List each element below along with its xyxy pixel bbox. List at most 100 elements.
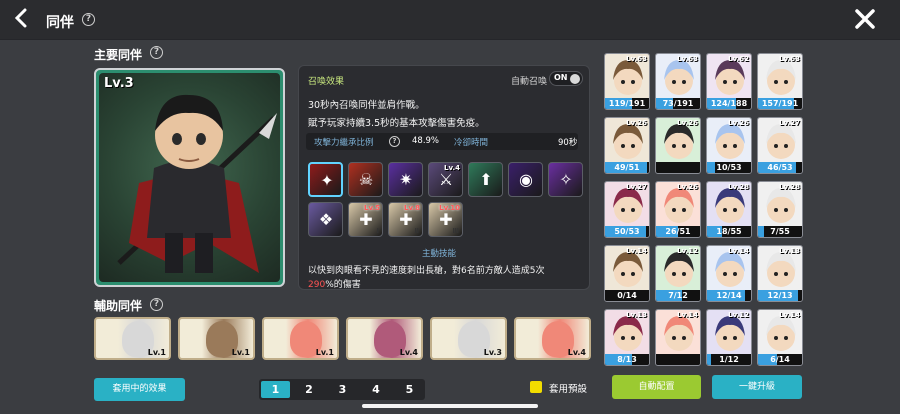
shard-progress-bar: 26/51 (656, 226, 700, 237)
sub-companion-level: Lv.1 (315, 348, 334, 357)
shard-progress-bar: 7/55 (758, 226, 802, 237)
cooldown-label: 冷卻時間 (454, 138, 489, 148)
page-tab-2[interactable]: 2 (295, 381, 324, 398)
portrait-art: Lv.3 (99, 73, 280, 282)
shard-count: 46/53 (767, 163, 793, 172)
shard-count: 8/13 (617, 355, 637, 364)
sub-companion-card[interactable]: Lv.1 (262, 317, 339, 360)
close-icon (855, 9, 875, 29)
page-tab-1[interactable]: 1 (261, 381, 290, 398)
shard-progress-bar: 50/53 (605, 226, 649, 237)
collection-companion-card[interactable]: Lv.28 7/55 (757, 181, 803, 238)
skill-9[interactable]: ✚ Lv.5 Ⅰ (348, 202, 383, 237)
question-icon[interactable]: ? (82, 13, 95, 26)
chevron-left-icon (14, 8, 27, 28)
sub-companion-level: Lv.4 (567, 348, 586, 357)
collection-companion-card[interactable]: Lv.14 6/14 (757, 309, 803, 366)
page-tab-5[interactable]: 5 (395, 381, 424, 398)
skill-glyph-icon: ✷ (399, 170, 413, 189)
collection-companion-card[interactable]: Lv.63 73/191 (655, 53, 701, 110)
sub-companion-card[interactable]: Lv.1 (178, 317, 255, 360)
auto-summon-toggle[interactable]: ON (549, 71, 583, 86)
companion-level: Lv.14 (728, 247, 749, 255)
active-desc-tail: %的傷害 (325, 280, 361, 290)
question-icon[interactable]: ? (150, 298, 163, 311)
collection-companion-card[interactable]: Lv.26 49/51 (604, 117, 650, 174)
skill-1[interactable]: ✦ (308, 162, 343, 197)
shard-count: 157/191 (761, 99, 799, 108)
shard-count: 119/191 (608, 99, 646, 108)
summon-desc-line1: 30秒內召喚同伴並肩作戰。 (308, 100, 425, 111)
shard-progress-bar: 1/12 (707, 354, 751, 365)
shard-progress-bar: 6/14 (758, 354, 802, 365)
skill-glyph-icon: ❖ (318, 210, 334, 229)
collection-companion-card[interactable]: Lv.28 18/55 (706, 181, 752, 238)
close-button[interactable] (854, 8, 878, 32)
applied-effect-button[interactable]: 套用中的效果 (94, 378, 185, 401)
companion-level: Lv.26 (677, 119, 698, 127)
apply-preset-checkbox[interactable] (530, 381, 542, 393)
question-icon[interactable]: ? (389, 136, 400, 147)
sub-companion-card[interactable]: Lv.4 (514, 317, 591, 360)
sub-companion-card[interactable]: Lv.4 (346, 317, 423, 360)
main-companion-portrait[interactable]: Lv.3 (94, 68, 285, 287)
collection-companion-card[interactable]: Lv.14 0/14 (604, 245, 650, 302)
sub-companion-card[interactable]: Lv.1 (94, 317, 171, 360)
lancer-character-art (117, 94, 277, 273)
stat-row: 攻擊力繼承比例 ? 48.9% 冷卻時間 90秒 (306, 133, 578, 150)
cooldown-value: 90秒 (558, 138, 578, 148)
shard-progress-bar: 12/14 (707, 290, 751, 301)
skill-8[interactable]: ❖ (308, 202, 343, 237)
shard-progress-bar: 49/51 (605, 162, 649, 173)
shard-count: 7/55 (770, 227, 790, 236)
skill-4[interactable]: ⚔ Lv.4 (428, 162, 463, 197)
one-click-upgrade-button[interactable]: 一鍵升級 (712, 375, 802, 399)
collection-companion-card[interactable]: Lv.14 (655, 309, 701, 366)
collection-companion-card[interactable]: Lv.13 8/13 (604, 309, 650, 366)
collection-companion-card[interactable]: Lv.62 124/188 (706, 53, 752, 110)
page-tab-4[interactable]: 4 (362, 381, 391, 398)
collection-companion-card[interactable]: Lv.27 46/53 (757, 117, 803, 174)
collection-companion-card[interactable]: Lv.63 119/191 (604, 53, 650, 110)
collection-companion-card[interactable]: Lv.14 12/14 (706, 245, 752, 302)
skill-tier: Ⅱ (414, 227, 419, 235)
collection-companion-card[interactable]: Lv.12 7/12 (655, 245, 701, 302)
skill-2[interactable]: ☠ (348, 162, 383, 197)
shard-progress-bar: 0/14 (605, 290, 649, 301)
collection-companion-card[interactable]: Lv.26 26/51 (655, 181, 701, 238)
page-tab-3[interactable]: 3 (328, 381, 357, 398)
collection-companion-card[interactable]: Lv.13 12/13 (757, 245, 803, 302)
companion-level: Lv.28 (779, 183, 800, 191)
collection-companion-card[interactable]: Lv.27 50/53 (604, 181, 650, 238)
auto-config-button[interactable]: 自動配置 (612, 375, 701, 399)
shard-count: 1/12 (719, 355, 739, 364)
companion-level: Lv.13 (779, 247, 800, 255)
sub-companion-card[interactable]: Lv.3 (430, 317, 507, 360)
collection-companion-card[interactable]: Lv.63 157/191 (757, 53, 803, 110)
back-button[interactable] (14, 8, 34, 32)
companion-level: Lv.26 (728, 119, 749, 127)
skill-5[interactable]: ⬆ (468, 162, 503, 197)
page-title: 同伴 (46, 15, 74, 31)
question-icon[interactable]: ? (150, 46, 163, 59)
shard-progress-bar: 157/191 (758, 98, 802, 109)
toggle-knob (570, 74, 580, 84)
collection-companion-card[interactable]: Lv.12 1/12 (706, 309, 752, 366)
companion-collection-grid: Lv.63 119/191 Lv.63 73/191 Lv.62 124/188 Lv.63… (604, 50, 810, 375)
skill-11[interactable]: ✚ Lv.10 Ⅲ (428, 202, 463, 237)
skill-6[interactable]: ◉ (508, 162, 543, 197)
shard-count: 49/51 (614, 163, 640, 172)
shard-progress-bar: 46/53 (758, 162, 802, 173)
shard-progress-bar (656, 354, 700, 365)
shard-progress-bar (656, 162, 700, 173)
summon-desc-line2: 賦予玩家持續3.5秒的基本攻擊傷害免疫。 (308, 118, 485, 129)
sub-companion-level: Lv.3 (483, 348, 502, 357)
shard-progress-bar: 73/191 (656, 98, 700, 109)
collection-companion-card[interactable]: Lv.26 (655, 117, 701, 174)
skill-7[interactable]: ✧ (548, 162, 583, 197)
skill-3[interactable]: ✷ (388, 162, 423, 197)
auto-summon-label: 自動召喚 (511, 77, 548, 87)
skill-10[interactable]: ✚ Lv.8 Ⅱ (388, 202, 423, 237)
collection-companion-card[interactable]: Lv.26 10/53 (706, 117, 752, 174)
active-skill-desc: 以快到肉眼看不見的速度刺出長槍，對6名前方敵人造成5次 290%的傷害 (308, 264, 588, 290)
